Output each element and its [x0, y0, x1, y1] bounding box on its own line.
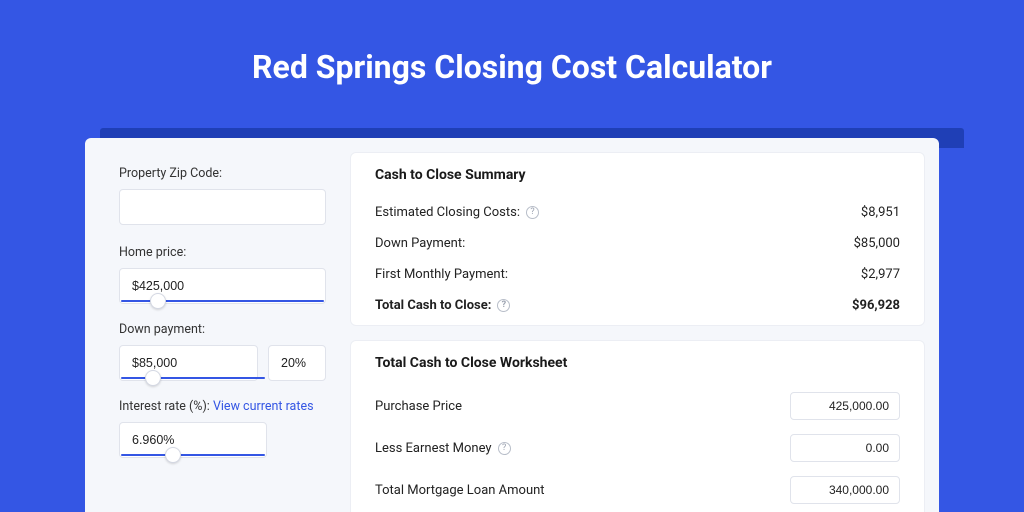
interest-slider[interactable]	[119, 454, 267, 456]
slider-thumb[interactable]	[150, 293, 166, 309]
interest-label: Interest rate (%): View current rates	[119, 399, 326, 414]
summary-row: First Monthly Payment: $2,977	[375, 259, 900, 290]
worksheet-row-input[interactable]	[790, 434, 900, 462]
home-price-slider[interactable]	[119, 300, 326, 302]
worksheet-rows: Purchase Price Less Earnest Money? Total M…	[375, 385, 900, 512]
worksheet-row-input[interactable]	[790, 392, 900, 420]
worksheet-row: Purchase Price	[375, 385, 900, 427]
summary-row: Estimated Closing Costs:? $8,951	[375, 197, 900, 228]
form-column: Property Zip Code: Home price: Down paym…	[85, 138, 350, 512]
worksheet-row-label-text: Total Mortgage Loan Amount	[375, 483, 545, 498]
summary-row-value: $8,951	[861, 205, 900, 220]
zip-input[interactable]	[119, 189, 326, 225]
worksheet-row-label: Purchase Price	[375, 399, 462, 414]
interest-input[interactable]	[119, 422, 267, 458]
summary-row-label-text: Down Payment:	[375, 236, 465, 251]
results-column: Cash to Close Summary Estimated Closing …	[350, 138, 939, 512]
home-price-label: Home price:	[119, 245, 326, 260]
summary-row: Down Payment: $85,000	[375, 228, 900, 259]
summary-row-label-text: Estimated Closing Costs:	[375, 205, 520, 220]
down-payment-pct-input[interactable]	[268, 345, 326, 381]
slider-thumb[interactable]	[165, 447, 181, 463]
worksheet-row-label: Less Earnest Money?	[375, 441, 511, 456]
down-payment-slider[interactable]	[119, 377, 267, 379]
interest-field-group: Interest rate (%): View current rates	[119, 399, 326, 456]
summary-row-value: $96,928	[852, 298, 900, 313]
summary-row-label: Total Cash to Close:?	[375, 298, 510, 313]
summary-row-label-text: Total Cash to Close:	[375, 298, 491, 313]
help-icon[interactable]: ?	[526, 206, 539, 219]
help-icon[interactable]: ?	[497, 299, 510, 312]
summary-row: Total Cash to Close:? $96,928	[375, 290, 900, 321]
worksheet-heading: Total Cash to Close Worksheet	[375, 355, 900, 371]
summary-row-label: First Monthly Payment:	[375, 267, 508, 282]
worksheet-row-input[interactable]	[790, 476, 900, 504]
calculator-card: Property Zip Code: Home price: Down paym…	[85, 138, 939, 512]
help-icon[interactable]: ?	[498, 442, 511, 455]
summary-row-label: Estimated Closing Costs:?	[375, 205, 539, 220]
summary-panel: Cash to Close Summary Estimated Closing …	[350, 152, 925, 326]
slider-thumb[interactable]	[145, 370, 161, 386]
down-payment-input[interactable]	[119, 345, 258, 381]
summary-rows: Estimated Closing Costs:? $8,951 Down Paym…	[375, 197, 900, 321]
worksheet-row: Total Mortgage Loan Amount	[375, 469, 900, 511]
summary-row-value: $2,977	[861, 267, 900, 282]
summary-row-value: $85,000	[854, 236, 900, 251]
interest-label-text: Interest rate (%):	[119, 399, 213, 414]
worksheet-row-label-text: Less Earnest Money	[375, 441, 492, 456]
view-rates-link[interactable]: View current rates	[213, 399, 314, 414]
summary-row-label: Down Payment:	[375, 236, 465, 251]
worksheet-row-label: Total Mortgage Loan Amount	[375, 483, 545, 498]
summary-heading: Cash to Close Summary	[375, 167, 900, 183]
zip-label: Property Zip Code:	[119, 166, 326, 181]
page-title: Red Springs Closing Cost Calculator	[0, 0, 1024, 116]
home-price-field-group: Home price:	[119, 245, 326, 302]
summary-row-label-text: First Monthly Payment:	[375, 267, 508, 282]
down-payment-label: Down payment:	[119, 322, 326, 337]
worksheet-panel: Total Cash to Close Worksheet Purchase P…	[350, 340, 925, 512]
down-payment-field-group: Down payment:	[119, 322, 326, 379]
worksheet-row: Less Earnest Money?	[375, 427, 900, 469]
worksheet-row-label-text: Purchase Price	[375, 399, 462, 414]
zip-field-group: Property Zip Code:	[119, 166, 326, 225]
